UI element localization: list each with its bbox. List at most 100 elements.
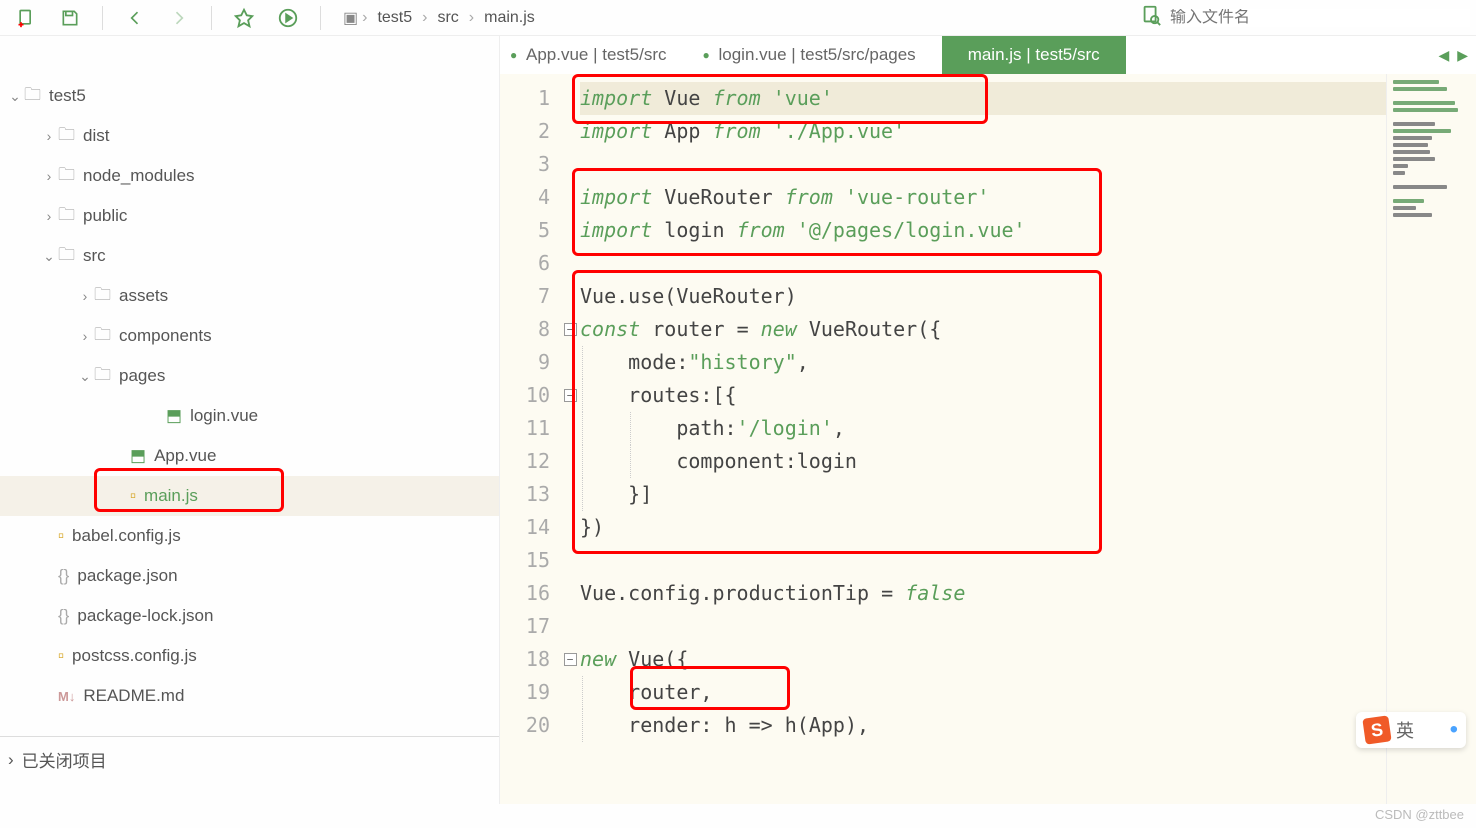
- line-number: 11: [500, 412, 560, 445]
- minimap-line: [1393, 87, 1447, 91]
- js-file-icon: ▫: [58, 526, 64, 546]
- closed-projects[interactable]: › 已关闭项目: [0, 736, 499, 782]
- search-file-icon[interactable]: [1140, 4, 1162, 31]
- js-file-icon: ▫: [58, 646, 64, 666]
- tree-folder[interactable]: ›🗀assets: [0, 276, 499, 316]
- minimap-line: [1393, 150, 1430, 154]
- code-line[interactable]: component:login: [580, 445, 1386, 478]
- watermark: CSDN @zttbee: [1375, 807, 1464, 822]
- chevron-right-icon[interactable]: ›: [76, 328, 94, 344]
- editor-tab[interactable]: main.js | test5/src: [942, 36, 1126, 74]
- forward-icon[interactable]: [159, 3, 199, 33]
- breadcrumb-segment[interactable]: src: [427, 5, 468, 31]
- tree-folder[interactable]: ›🗀dist: [0, 116, 499, 156]
- minimap-line: [1393, 101, 1455, 105]
- code-line[interactable]: [580, 247, 1386, 280]
- tree-file[interactable]: ▫main.js: [0, 476, 499, 516]
- tree-label: package-lock.json: [77, 606, 213, 626]
- code-line[interactable]: Vue.config.productionTip = false: [580, 577, 1386, 610]
- new-file-icon[interactable]: [6, 3, 46, 33]
- tree-file[interactable]: M↓README.md: [0, 676, 499, 716]
- sogou-logo-icon: S: [1362, 715, 1391, 744]
- chevron-right-icon[interactable]: ›: [76, 288, 94, 304]
- line-number: 4: [500, 181, 560, 214]
- breadcrumb-segment[interactable]: main.js: [474, 5, 545, 31]
- breadcrumb-segment[interactable]: test5: [367, 5, 422, 31]
- minimap-line: [1393, 164, 1408, 168]
- tree-label: src: [83, 246, 106, 266]
- chevron-right-icon[interactable]: ›: [40, 208, 58, 224]
- tree-folder[interactable]: ›🗀components: [0, 316, 499, 356]
- code-line[interactable]: render: h => h(App),: [580, 709, 1386, 742]
- tree-folder[interactable]: ⌄🗀pages: [0, 356, 499, 396]
- code-line[interactable]: import VueRouter from 'vue-router': [580, 181, 1386, 214]
- editor-tab[interactable]: App.vue | test5/src: [500, 36, 692, 74]
- code-area[interactable]: 1234567891011121314151617181920 −−− impo…: [500, 74, 1476, 804]
- tree-file[interactable]: ⬒App.vue: [0, 436, 499, 476]
- code-line[interactable]: [580, 544, 1386, 577]
- fold-toggle-icon[interactable]: −: [564, 323, 577, 336]
- tab-next-icon[interactable]: ▶: [1455, 45, 1470, 66]
- code-line[interactable]: routes:[{: [580, 379, 1386, 412]
- folder-icon: 🗀: [94, 362, 111, 391]
- code-line[interactable]: import App from './App.vue': [580, 115, 1386, 148]
- tree-folder[interactable]: ›🗀node_modules: [0, 156, 499, 196]
- tree-label: test5: [49, 86, 86, 106]
- star-icon[interactable]: [224, 3, 264, 33]
- separator: [211, 6, 212, 30]
- line-number: 13: [500, 478, 560, 511]
- line-number: 1: [500, 82, 560, 115]
- code-line[interactable]: Vue.use(VueRouter): [580, 280, 1386, 313]
- minimap-line: [1393, 80, 1439, 84]
- code-line[interactable]: const router = new VueRouter({: [580, 313, 1386, 346]
- run-icon[interactable]: [268, 3, 308, 33]
- code-line[interactable]: router,: [580, 676, 1386, 709]
- tree-file[interactable]: ⬒login.vue: [0, 396, 499, 436]
- chevron-right-icon[interactable]: ›: [40, 128, 58, 144]
- ime-lang-label: 英: [1396, 717, 1414, 743]
- folder-icon: ▣: [343, 8, 358, 28]
- tree-label: babel.config.js: [72, 526, 181, 546]
- code-line[interactable]: new Vue({: [580, 643, 1386, 676]
- line-number: 17: [500, 610, 560, 643]
- code-line[interactable]: }): [580, 511, 1386, 544]
- tree-file[interactable]: ▫ babel.config.js: [0, 516, 499, 556]
- search-input[interactable]: [1170, 9, 1470, 27]
- minimap[interactable]: [1386, 74, 1476, 804]
- project-root[interactable]: ⌄ 🗀 test5: [0, 76, 499, 116]
- line-number: 10: [500, 379, 560, 412]
- chevron-right-icon[interactable]: ›: [40, 168, 58, 184]
- tree-file[interactable]: {}package.json: [0, 556, 499, 596]
- folder-icon: 🗀: [58, 162, 75, 191]
- minimap-line: [1393, 143, 1428, 147]
- code-line[interactable]: mode:"history",: [580, 346, 1386, 379]
- folder-icon: 🗀: [24, 82, 41, 111]
- chevron-down-icon[interactable]: ⌄: [40, 248, 58, 265]
- minimap-line: [1393, 129, 1451, 133]
- tree-folder[interactable]: ›🗀public: [0, 196, 499, 236]
- editor-tab[interactable]: login.vue | test5/src/pages: [692, 36, 941, 74]
- tree-label: login.vue: [190, 406, 258, 426]
- closed-projects-label: 已关闭项目: [22, 747, 107, 772]
- tree-file[interactable]: {}package-lock.json: [0, 596, 499, 636]
- code-line[interactable]: }]: [580, 478, 1386, 511]
- save-icon[interactable]: [50, 3, 90, 33]
- folder-icon: 🗀: [58, 122, 75, 151]
- back-icon[interactable]: [115, 3, 155, 33]
- tree-folder[interactable]: ⌄🗀src: [0, 236, 499, 276]
- code-line[interactable]: [580, 610, 1386, 643]
- code-line[interactable]: [580, 148, 1386, 181]
- minimap-line: [1393, 108, 1458, 112]
- code-line[interactable]: import login from '@/pages/login.vue': [580, 214, 1386, 247]
- chevron-down-icon[interactable]: ⌄: [76, 368, 94, 385]
- code-line[interactable]: import Vue from 'vue': [580, 82, 1386, 115]
- tree-file[interactable]: ▫postcss.config.js: [0, 636, 499, 676]
- code-content[interactable]: import Vue from 'vue'import App from './…: [580, 74, 1386, 804]
- chevron-down-icon: ⌄: [6, 88, 24, 105]
- file-explorer: ⌄ 🗀 test5 ›🗀dist›🗀node_modules›🗀public⌄🗀…: [0, 36, 500, 804]
- code-line[interactable]: path:'/login',: [580, 412, 1386, 445]
- tab-prev-icon[interactable]: ◀: [1436, 45, 1451, 66]
- fold-toggle-icon[interactable]: −: [564, 389, 577, 402]
- fold-toggle-icon[interactable]: −: [564, 653, 577, 666]
- ime-indicator[interactable]: S 英 •: [1356, 712, 1466, 748]
